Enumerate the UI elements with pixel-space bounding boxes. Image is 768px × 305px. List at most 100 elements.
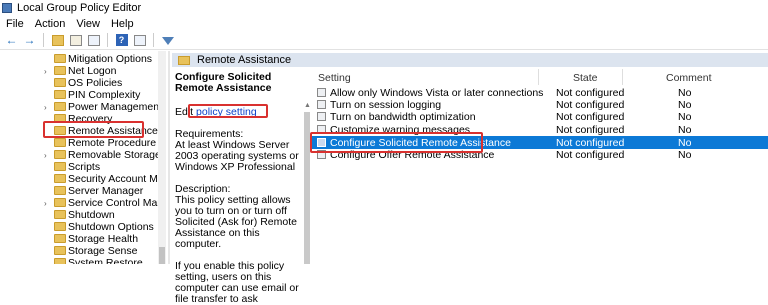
tree-item-label: Power Management xyxy=(68,101,162,113)
help-icon[interactable]: ? xyxy=(114,33,129,48)
folder-icon xyxy=(54,162,66,171)
filter-icon[interactable] xyxy=(160,33,175,48)
setting-comment: No xyxy=(678,149,692,161)
column-divider[interactable] xyxy=(538,69,539,85)
tree-item[interactable]: Shutdown xyxy=(0,209,158,221)
tree-item-label: Scripts xyxy=(68,161,101,173)
expand-chevron-icon[interactable]: › xyxy=(44,103,47,112)
forward-arrow-icon[interactable]: → xyxy=(22,33,37,48)
setting-row[interactable]: Turn on bandwidth optimization Not config… xyxy=(311,110,768,123)
expand-chevron-icon[interactable]: › xyxy=(44,199,47,208)
tree-item-label: Service Control Manager xyxy=(68,197,166,209)
tree-item[interactable]: Scripts xyxy=(0,161,158,173)
tree-item-label: Storage Sense xyxy=(68,245,138,257)
policy-setting-icon xyxy=(317,88,326,97)
folder-icon xyxy=(54,210,66,219)
tree-scroll-thumb[interactable] xyxy=(159,247,165,264)
setting-state: Not configured xyxy=(556,111,625,123)
tree-item[interactable]: Security Account Manage xyxy=(0,173,166,185)
tree-item[interactable]: Remote Procedure Call xyxy=(0,137,166,149)
tree-item[interactable]: › Net Logon xyxy=(0,65,158,77)
expand-chevron-icon[interactable]: › xyxy=(44,151,47,160)
folder-icon xyxy=(54,174,66,183)
tree-item-label: OS Policies xyxy=(68,77,123,89)
description-text: This policy setting allows you to turn o… xyxy=(175,194,297,250)
folder-icon xyxy=(178,55,190,65)
tree-item-label: Net Logon xyxy=(68,65,117,77)
folder-icon xyxy=(54,246,66,255)
window-title: Local Group Policy Editor xyxy=(17,2,142,14)
requirements-text: At least Windows Server 2003 operating s… xyxy=(175,139,299,173)
toolbar: ← → ? xyxy=(0,31,768,50)
policy-tree: Mitigation Options › Net Logon OS Policies P… xyxy=(0,51,166,264)
tree-item-label: PIN Complexity xyxy=(68,89,141,101)
export-list-icon[interactable] xyxy=(86,33,101,48)
details-header: Remote Assistance xyxy=(172,53,768,67)
folder-icon xyxy=(54,90,66,99)
policy-title: Configure Solicited Remote Assistance xyxy=(175,71,272,94)
tree-item-label: Shutdown xyxy=(68,209,115,221)
setting-comment: No xyxy=(678,111,692,123)
folder-icon xyxy=(54,234,66,243)
folder-icon xyxy=(54,54,66,63)
folder-icon xyxy=(54,78,66,87)
tree-item-label: Removable Storage Acces xyxy=(68,149,166,161)
tree-item[interactable]: Mitigation Options xyxy=(0,53,158,65)
tree-item-label: Shutdown Options xyxy=(68,221,154,233)
remote-assistance-highlight xyxy=(43,121,144,138)
tree-item[interactable]: › Power Management xyxy=(0,101,162,113)
scroll-up-icon[interactable]: ▲ xyxy=(304,102,311,109)
folder-icon xyxy=(54,258,66,264)
tree-item[interactable]: OS Policies xyxy=(0,77,158,89)
tree-item[interactable]: Storage Health xyxy=(0,233,158,245)
tree-item-label: Mitigation Options xyxy=(68,53,153,65)
tree-item-label: Remote Procedure Call xyxy=(68,137,166,149)
title-bar: Local Group Policy Editor xyxy=(0,0,768,16)
settings-list: Setting State Comment Allow only Windows… xyxy=(311,67,768,264)
folder-icon xyxy=(54,198,66,207)
up-folder-icon[interactable] xyxy=(50,33,65,48)
column-setting[interactable]: Setting xyxy=(318,72,351,84)
folder-icon xyxy=(54,222,66,231)
tree-item[interactable]: Storage Sense xyxy=(0,245,158,257)
folder-icon xyxy=(54,66,66,75)
setting-comment: No xyxy=(678,124,692,136)
tree-item[interactable]: Server Manager xyxy=(0,185,158,197)
tree-item-label: System Restore xyxy=(68,257,143,264)
show-hide-tree-icon[interactable] xyxy=(68,33,83,48)
folder-icon xyxy=(54,102,66,111)
menu-view[interactable]: View xyxy=(76,18,100,30)
details-header-title: Remote Assistance xyxy=(197,54,292,66)
description-pane: Configure Solicited Remote Assistance Ed… xyxy=(172,67,304,305)
list-header: Setting State Comment xyxy=(311,67,768,86)
pane-divider[interactable] xyxy=(168,51,170,264)
selected-setting-highlight xyxy=(310,132,483,153)
properties-icon[interactable] xyxy=(132,33,147,48)
setting-state: Not configured xyxy=(556,124,625,136)
toolbar-separator xyxy=(43,33,44,47)
toolbar-separator xyxy=(107,33,108,47)
tree-item[interactable]: System Restore xyxy=(0,257,158,264)
column-state[interactable]: State xyxy=(573,72,598,84)
menu-file[interactable]: File xyxy=(6,18,24,30)
tree-item-label: Storage Health xyxy=(68,233,139,245)
back-arrow-icon[interactable]: ← xyxy=(4,33,19,48)
menu-action[interactable]: Action xyxy=(35,18,66,30)
menu-help[interactable]: Help xyxy=(111,18,134,30)
column-comment[interactable]: Comment xyxy=(666,72,712,84)
toolbar-separator xyxy=(153,33,154,47)
tree-item[interactable]: › Service Control Manager xyxy=(0,197,166,209)
expand-chevron-icon[interactable]: › xyxy=(44,67,47,76)
tree-item[interactable]: PIN Complexity xyxy=(0,89,158,101)
description-more-text: If you enable this policy setting, users… xyxy=(175,260,299,305)
tree-item-label: Server Manager xyxy=(68,185,144,197)
tree-scrollbar[interactable] xyxy=(158,51,166,264)
menu-bar: File Action View Help xyxy=(0,16,768,31)
app-icon xyxy=(2,3,12,13)
column-divider[interactable] xyxy=(622,69,623,85)
tree-item[interactable]: › Removable Storage Acces xyxy=(0,149,166,161)
tree-item[interactable]: Shutdown Options xyxy=(0,221,158,233)
description-scrollbar[interactable]: ▲ xyxy=(303,67,311,264)
folder-icon xyxy=(54,186,66,195)
tree-item-label: Security Account Manage xyxy=(68,173,166,185)
